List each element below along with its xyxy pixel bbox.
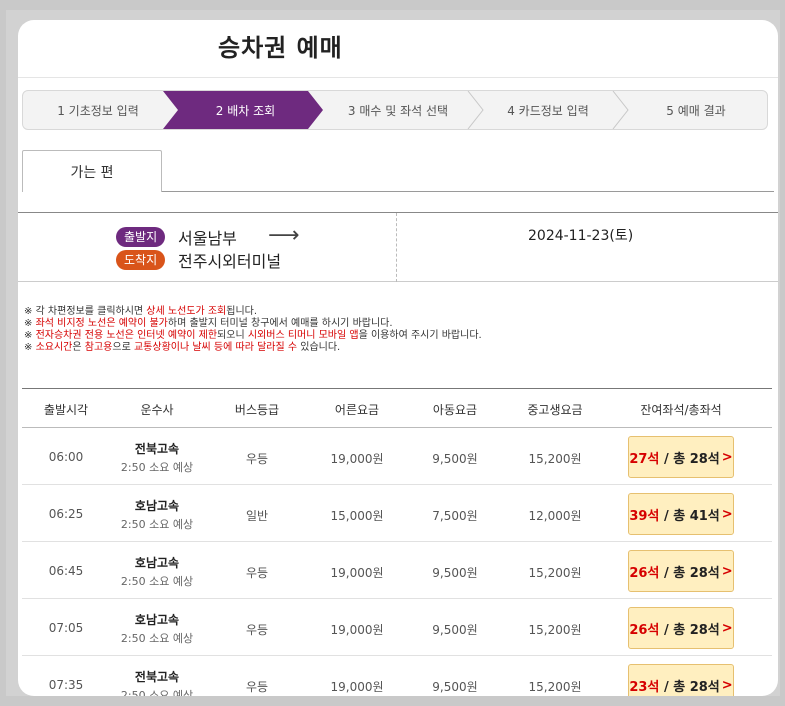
header-adult-fare: 어른요금 — [334, 403, 380, 417]
step-5: 5 예매 결과 — [666, 103, 726, 118]
child-fare: 9,500원 — [432, 680, 478, 694]
bus-company: 전북고속 2:50 소요 예상 — [120, 670, 194, 696]
bus-grade: 우등 — [245, 623, 269, 637]
tab-outbound[interactable]: 가는 편 — [22, 150, 162, 192]
chevron-right-icon: > — [721, 620, 733, 636]
header-seats: 잔여좌석/총좌석 — [640, 403, 722, 417]
bus-grade: 일반 — [245, 509, 269, 523]
route-divider — [396, 213, 397, 282]
bus-company: 호남고속 2:50 소요 예상 — [120, 613, 194, 645]
adult-fare: 19,000원 — [330, 452, 384, 466]
chevron-right-icon: > — [721, 449, 733, 465]
child-fare: 9,500원 — [432, 566, 478, 580]
departure-time: 07:05 — [48, 621, 84, 635]
table-row[interactable]: 07:05 호남고속 2:50 소요 예상 우등 19,000원 9,500원 1… — [22, 599, 772, 656]
header-youth-fare: 중고생요금 — [527, 403, 583, 417]
bus-company: 호남고속 2:50 소요 예상 — [120, 499, 194, 531]
departure-time: 06:25 — [48, 507, 84, 521]
table-row[interactable]: 07:35 전북고속 2:50 소요 예상 우등 19,000원 9,500원 1… — [22, 656, 772, 696]
seat-select-button[interactable]: 23석 / 총 28석 > — [628, 664, 734, 696]
chevron-right-icon: > — [721, 677, 733, 693]
departure-time: 07:35 — [48, 678, 84, 692]
notice-item: ※ 전자승차권 전용 노선은 인터넷 예약이 제한되오니 시외버스 티머니 모바… — [24, 330, 482, 341]
departure-badge: 출발지 — [116, 227, 166, 247]
youth-fare: 12,000원 — [528, 509, 582, 523]
departure-time: 06:00 — [48, 450, 84, 464]
youth-fare: 15,200원 — [528, 452, 582, 466]
header-child-fare: 아동요금 — [432, 403, 478, 417]
child-fare: 9,500원 — [432, 452, 478, 466]
departure-time: 06:45 — [48, 564, 84, 578]
bus-company: 호남고속 2:50 소요 예상 — [120, 556, 194, 588]
notice-item: ※ 좌석 비지정 노선은 예약이 불가하며 출발지 터미널 창구에서 예매를 하… — [24, 318, 393, 329]
table-row[interactable]: 06:45 호남고속 2:50 소요 예상 우등 19,000원 9,500원 1… — [22, 542, 772, 599]
schedule-table: 출발시각 운수사 버스등급 어른요금 아동요금 중고생요금 잔여좌석/총좌석 0… — [22, 388, 772, 696]
table-row[interactable]: 06:00 전북고속 2:50 소요 예상 우등 19,000원 9,500원 1… — [22, 428, 772, 485]
departure-date: 2024-11-23(토) — [528, 228, 634, 244]
table-row[interactable]: 06:25 호남고속 2:50 소요 예상 일반 15,000원 7,500원 1… — [22, 485, 772, 542]
adult-fare: 19,000원 — [330, 680, 384, 694]
step-2: 2 배차 조회 — [215, 103, 276, 118]
youth-fare: 15,200원 — [528, 680, 582, 694]
booking-card: 승차권 예매 1 기초정보 입력 2 배차 조회 3 매수 및 좌석 선택 4 … — [18, 20, 778, 696]
header-company: 운수사 — [140, 403, 174, 417]
child-fare: 9,500원 — [432, 623, 478, 637]
header-grade: 버스등급 — [234, 403, 280, 417]
seat-select-button[interactable]: 27석 / 총 28석 > — [628, 436, 734, 478]
tab-underline — [162, 191, 774, 192]
screen-frame: 승차권 예매 1 기초정보 입력 2 배차 조회 3 매수 및 좌석 선택 4 … — [6, 10, 780, 696]
child-fare: 7,500원 — [432, 509, 478, 523]
youth-fare: 15,200원 — [528, 566, 582, 580]
bus-grade: 우등 — [245, 452, 269, 466]
arrow-right-icon: ⟶ — [268, 223, 300, 248]
arrival-badge: 도착지 — [116, 250, 166, 270]
departure-terminal: 서울남부 — [178, 229, 237, 248]
header-departure-time: 출발시각 — [43, 403, 89, 417]
adult-fare: 19,000원 — [330, 623, 384, 637]
seat-select-button[interactable]: 26석 / 총 28석 > — [628, 550, 734, 592]
seat-select-button[interactable]: 26석 / 총 28석 > — [628, 607, 734, 649]
chevron-right-icon: > — [721, 563, 733, 579]
bus-grade: 우등 — [245, 566, 269, 580]
step-4: 4 카드정보 입력 — [507, 103, 589, 118]
step-3: 3 매수 및 좌석 선택 — [347, 103, 449, 118]
step-1: 1 기초정보 입력 — [57, 103, 139, 118]
bus-company: 전북고속 2:50 소요 예상 — [120, 442, 194, 474]
notice-item: ※ 소요시간은 참고용으로 교통상황이나 날씨 등에 따라 달라질 수 있습니다… — [24, 342, 341, 353]
notice-list: ※ 각 차편정보를 클릭하시면 상세 노선도가 조회됩니다. ※ 좌석 비지정 … — [24, 306, 482, 354]
notice-item: ※ 각 차편정보를 클릭하시면 상세 노선도가 조회됩니다. — [24, 306, 258, 317]
step-indicator: 1 기초정보 입력 2 배차 조회 3 매수 및 좌석 선택 4 카드정보 입력… — [22, 90, 768, 130]
table-header: 출발시각 운수사 버스등급 어른요금 아동요금 중고생요금 잔여좌석/총좌석 — [22, 388, 772, 428]
title-bar: 승차권 예매 — [18, 20, 778, 78]
youth-fare: 15,200원 — [528, 623, 582, 637]
adult-fare: 15,000원 — [330, 509, 384, 523]
page-title: 승차권 예매 — [218, 34, 343, 62]
arrival-terminal: 전주시외터미널 — [178, 252, 282, 271]
seat-select-button[interactable]: 39석 / 총 41석 > — [628, 493, 734, 535]
bus-grade: 우등 — [245, 680, 269, 694]
adult-fare: 19,000원 — [330, 566, 384, 580]
chevron-right-icon: > — [721, 506, 733, 522]
route-summary: 출발지 서울남부 ⟶ 도착지 전주시외터미널 2024-11-23(토) — [18, 212, 778, 282]
